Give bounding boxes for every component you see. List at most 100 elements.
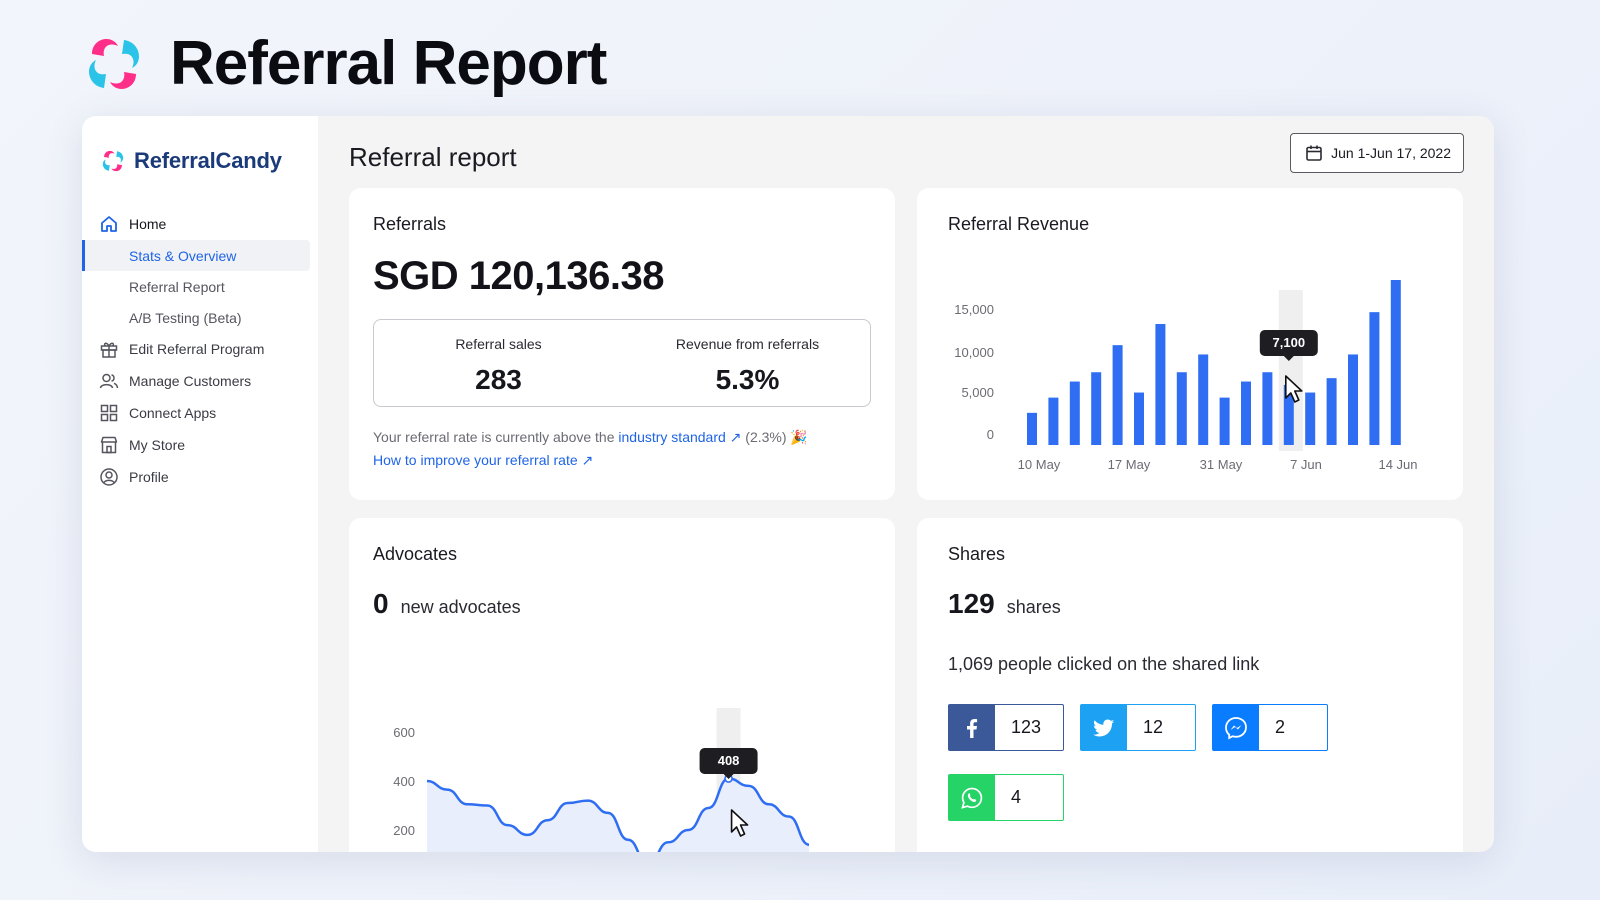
x-tick-label: 7 Jun [1290,457,1322,472]
revenue-bar [1326,378,1337,445]
revenue-bar [1390,280,1401,445]
sidebar-item-label: Connect Apps [129,405,217,421]
app-window: ReferralCandy Home Stats & Overview Refe… [82,116,1494,852]
y-tick-label: 600 [393,725,415,740]
shared-link-clicks: 1,069 people clicked on the shared link [948,654,1260,674]
revenue-from-referrals-value: 5.3% [715,364,780,395]
shares-count-line: 129 shares [948,588,1061,620]
improve-referral-rate-link[interactable]: How to improve your referral rate ↗ [373,452,593,468]
sidebar-item-stats-overview[interactable]: Stats & Overview [82,240,310,271]
whatsapp-icon [949,775,995,820]
referral-revenue-card: Referral Revenue 0 5,000 10,000 15,000 10 Ma… [917,188,1463,500]
advocates-card: Advocates 0 new advocates 200 400 600 408 [349,518,895,852]
shares-title: Shares [948,544,1006,564]
shares-label: shares [1006,597,1061,617]
sidebar-item-home[interactable]: Home [82,208,318,240]
revenue-bar [1198,354,1209,445]
hero-title: Referral Report [170,29,607,98]
y-tick-label: 400 [393,774,415,789]
advocates-tooltip: 408 [718,753,740,768]
revenue-bar [1305,392,1316,445]
referrals-card: Referrals SGD 120,136.38 Referral sales … [349,188,895,500]
revenue-from-referrals-label: Revenue from referrals [675,336,820,352]
sidebar-item-profile[interactable]: Profile [82,461,318,493]
sidebar: ReferralCandy Home Stats & Overview Refe… [82,116,318,852]
calendar-icon [1306,145,1322,161]
note-suffix: (2.3%) 🎉 [745,429,808,445]
facebook-share-button[interactable]: 123 [948,704,1064,751]
revenue-bar [1348,354,1358,445]
advocates-chart: 200 400 600 408 [393,708,810,852]
messenger-share-count: 2 [1275,717,1286,737]
revenue-bar [1091,372,1102,445]
messenger-share-button[interactable]: 2 [1212,704,1328,751]
y-tick-label: 0 [987,427,994,442]
sidebar-item-label: Manage Customers [129,373,252,389]
x-tick-label: 14 Jun [1378,457,1417,472]
revenue-bar [1027,412,1037,445]
whatsapp-share-button[interactable]: 4 [948,774,1064,821]
brand[interactable]: ReferralCandy [100,148,282,174]
revenue-bar [1369,312,1380,445]
sidebar-item-ab-testing[interactable]: A/B Testing (Beta) [82,302,310,333]
date-range-button[interactable]: Jun 1-Jun 17, 2022 [1290,133,1464,173]
referral-stats-box: Referral sales 283 Revenue from referral… [373,319,871,407]
sidebar-item-label: My Store [129,437,186,453]
whatsapp-share-count: 4 [1011,787,1022,807]
referrals-title: Referrals [373,214,447,234]
industry-standard-link[interactable]: industry standard ↗ [618,429,741,445]
referral-sales-label: Referral sales [455,336,542,352]
store-icon [98,434,120,456]
referral-sales-value: 283 [475,364,522,395]
revenue-tooltip: 7,100 [1273,335,1306,350]
referral-revenue-chart: 0 5,000 10,000 15,000 10 May 17 May 31 May 7 Ju… [954,280,1418,472]
messenger-icon [1213,705,1259,750]
sidebar-item-connect-apps[interactable]: Connect Apps [82,397,318,429]
facebook-icon [949,705,995,750]
sidebar-item-manage-customers[interactable]: Manage Customers [82,365,318,397]
shares-card: Shares 129 shares 1,069 people clicked o… [917,518,1463,852]
revenue-bar [1069,381,1080,445]
sidebar-item-label: Home [129,216,167,232]
twitter-icon [1081,705,1127,750]
referrals-amount: SGD 120,136.38 [373,254,665,298]
brand-name: ReferralCandy [134,148,282,173]
sidebar-item-label: Profile [129,469,169,485]
gift-icon [98,338,120,360]
y-tick-label: 15,000 [954,302,994,317]
revenue-bar [1155,324,1166,445]
sidebar-item-label: Edit Referral Program [129,341,265,357]
referral-sales-stat: Referral sales 283 [374,320,623,396]
revenue-bar [1176,372,1187,445]
profile-icon [98,466,120,488]
brand-logo-icon [102,150,124,172]
revenue-bar [1048,397,1059,445]
revenue-from-referrals-stat: Revenue from referrals 5.3% [623,320,872,396]
x-tick-label: 31 May [1200,457,1243,472]
home-icon [98,213,120,235]
shares-count: 129 [948,588,995,619]
users-icon [98,370,120,392]
x-tick-label: 10 May [1018,457,1061,472]
sidebar-nav: Home Stats & Overview Referral Report A/… [82,208,318,493]
revenue-bar [1262,372,1273,445]
x-tick-label: 17 May [1108,457,1151,472]
sidebar-item-referral-report[interactable]: Referral Report [82,271,310,302]
y-tick-label: 5,000 [961,385,994,400]
revenue-bar [1241,381,1251,445]
grid-icon [98,402,120,424]
y-tick-label: 200 [393,823,415,838]
twitter-share-button[interactable]: 12 [1080,704,1196,751]
revenue-bar [1134,392,1144,445]
referral-rate-note: Your referral rate is currently above th… [373,426,808,472]
revenue-bar [1112,345,1123,445]
sidebar-item-my-store[interactable]: My Store [82,429,318,461]
page-title: Referral report [349,142,517,172]
y-tick-label: 10,000 [954,345,994,360]
main-content: Referral report Jun 1-Jun 17, 2022 Refer… [318,116,1494,852]
sidebar-item-edit-referral-program[interactable]: Edit Referral Program [82,333,318,365]
date-range-label: Jun 1-Jun 17, 2022 [1331,145,1451,161]
advocates-area [427,778,809,852]
note-prefix: Your referral rate is currently above th… [373,429,615,445]
referralcandy-logo-icon [89,38,139,89]
